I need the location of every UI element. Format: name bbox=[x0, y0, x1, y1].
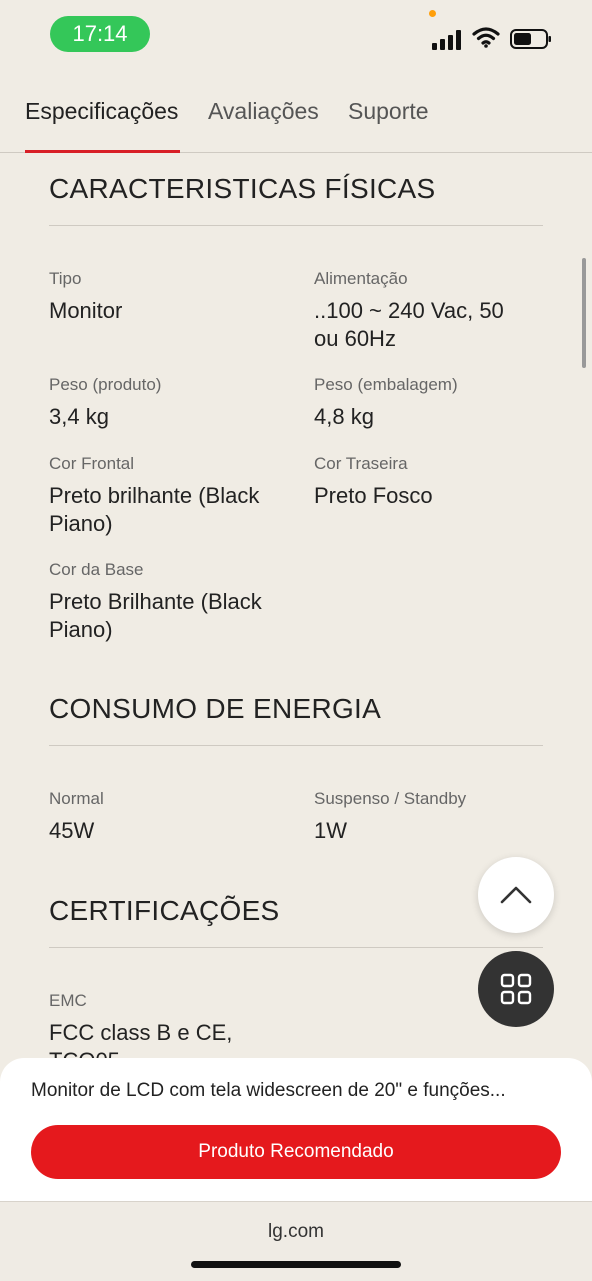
home-indicator[interactable] bbox=[191, 1261, 401, 1268]
spec-cor-traseira: Cor Traseira Preto Fosco bbox=[314, 452, 554, 510]
spec-value: Preto brilhante (Black Piano) bbox=[49, 483, 260, 536]
menu-grid-button[interactable] bbox=[478, 951, 554, 1027]
tab-especificacoes[interactable]: Especificações bbox=[25, 98, 178, 125]
cellular-signal-icon bbox=[432, 30, 461, 50]
recommended-product-label: Produto Recomendado bbox=[198, 1141, 394, 1162]
spec-value: FCC class B e CE, TCO05 bbox=[49, 1020, 233, 1058]
wifi-icon bbox=[472, 27, 500, 48]
spec-value: 45W bbox=[49, 818, 95, 843]
tab-avaliacoes[interactable]: Avaliações bbox=[208, 98, 319, 125]
recommended-product-sheet: Monitor de LCD com tela widescreen de 20… bbox=[0, 1058, 592, 1201]
spec-label: Peso (produto) bbox=[49, 375, 162, 394]
status-time: 17:14 bbox=[72, 21, 128, 46]
product-description[interactable]: Monitor de LCD com tela widescreen de 20… bbox=[31, 1080, 506, 1102]
section-title-energia: CONSUMO DE ENERGIA bbox=[49, 693, 382, 724]
spec-normal: Normal 45W bbox=[49, 787, 289, 845]
spec-label: Peso (embalagem) bbox=[314, 375, 458, 394]
spec-value: 1W bbox=[314, 818, 347, 843]
spec-value: Monitor bbox=[49, 298, 123, 323]
spec-alimentacao: Alimentação ..100 ~ 240 Vac, 50 ou 60Hz bbox=[314, 267, 534, 353]
spec-cor-frontal: Cor Frontal Preto brilhante (Black Piano… bbox=[49, 452, 289, 538]
recommended-product-button[interactable]: Produto Recomendado bbox=[31, 1125, 561, 1179]
chevron-up-icon bbox=[500, 886, 532, 904]
spec-label: Cor Frontal bbox=[49, 454, 135, 473]
section-divider bbox=[49, 745, 543, 746]
battery-icon bbox=[510, 29, 551, 49]
spec-tipo: Tipo Monitor bbox=[49, 267, 289, 325]
spec-value: Preto Fosco bbox=[314, 483, 433, 508]
spec-label: Normal bbox=[49, 789, 104, 808]
spec-peso-produto: Peso (produto) 3,4 kg bbox=[49, 373, 289, 431]
scroll-to-top-button[interactable] bbox=[478, 857, 554, 933]
address-url[interactable]: lg.com bbox=[0, 1221, 592, 1243]
privacy-indicator-dot bbox=[429, 10, 436, 17]
grid-icon bbox=[500, 973, 532, 1005]
spec-emc: EMC FCC class B e CE, TCO05 bbox=[49, 989, 279, 1058]
spec-label: Alimentação bbox=[314, 269, 408, 288]
spec-label: Cor da Base bbox=[49, 560, 144, 579]
spec-cor-base: Cor da Base Preto Brilhante (Black Piano… bbox=[49, 558, 289, 644]
spec-value: Preto Brilhante (Black Piano) bbox=[49, 589, 262, 642]
section-title-fisicas: CARACTERISTICAS FÍSICAS bbox=[49, 173, 436, 204]
browser-address-bar: lg.com bbox=[0, 1201, 592, 1281]
spec-value: 3,4 kg bbox=[49, 404, 109, 429]
spec-label: Tipo bbox=[49, 269, 82, 288]
spec-label: Cor Traseira bbox=[314, 454, 408, 473]
section-divider bbox=[49, 225, 543, 226]
tab-suporte[interactable]: Suporte bbox=[348, 98, 429, 125]
section-title-certificacoes: CERTIFICAÇÕES bbox=[49, 895, 280, 926]
scrollbar[interactable] bbox=[582, 258, 586, 368]
spec-value: 4,8 kg bbox=[314, 404, 374, 429]
section-divider bbox=[49, 947, 543, 948]
spec-label: Suspenso / Standby bbox=[314, 789, 467, 808]
spec-label: EMC bbox=[49, 991, 87, 1010]
spec-value: ..100 ~ 240 Vac, 50 ou 60Hz bbox=[314, 298, 504, 351]
spec-standby: Suspenso / Standby 1W bbox=[314, 787, 554, 845]
time-pill[interactable]: 17:14 bbox=[50, 16, 150, 52]
spec-peso-embalagem: Peso (embalagem) 4,8 kg bbox=[314, 373, 554, 431]
status-bar: 17:14 bbox=[0, 0, 592, 70]
tab-bar: Especificações Avaliações Suporte bbox=[0, 80, 592, 153]
